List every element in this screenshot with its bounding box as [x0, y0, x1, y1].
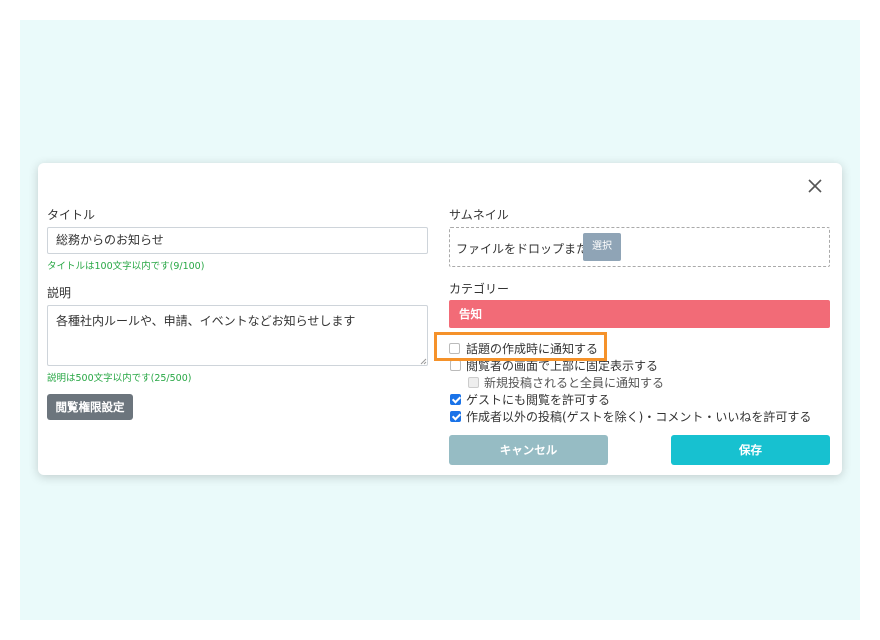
category-label: カテゴリー [449, 282, 510, 296]
resize-handle-icon[interactable] [420, 358, 427, 365]
option-label: 新規投稿されると全員に通知する [484, 376, 665, 390]
option-label: ゲストにも閲覧を許可する [466, 393, 611, 407]
title-hint: タイトルは100文字以内です(9/100) [47, 261, 205, 272]
description-textarea[interactable]: 各種社内ルールや、申請、イベントなどお知らせします [47, 305, 428, 366]
title-label: タイトル [47, 208, 96, 222]
post-settings-modal: タイトル 総務からのお知らせ タイトルは100文字以内です(9/100) 説明 … [38, 163, 842, 475]
description-label: 説明 [47, 286, 72, 300]
dropzone-text: ファイルをドロップまたは [456, 242, 601, 256]
select-file-button[interactable]: 選択 [583, 233, 621, 261]
save-button[interactable]: 保存 [671, 435, 830, 465]
close-icon[interactable] [806, 177, 824, 195]
thumbnail-label: サムネイル [449, 208, 509, 222]
thumbnail-dropzone[interactable]: ファイルをドロップまたは 選択 [449, 227, 830, 267]
category-select[interactable]: 告知 [449, 300, 830, 328]
title-input[interactable]: 総務からのお知らせ [47, 227, 428, 254]
checkbox[interactable] [450, 360, 461, 371]
checkbox-checked[interactable] [450, 394, 461, 405]
checkbox-checked[interactable] [450, 411, 461, 422]
view-permission-button[interactable]: 閲覧権限設定 [47, 394, 133, 420]
cancel-button[interactable]: キャンセル [449, 435, 608, 465]
checkbox[interactable] [449, 343, 460, 354]
checkbox[interactable] [468, 377, 479, 388]
description-hint: 説明は500文字以内です(25/500) [47, 373, 192, 384]
option-label: 話題の作成時に通知する [466, 342, 599, 356]
option-label: 作成者以外の投稿(ゲストを除く)・コメント・いいねを許可する [466, 410, 812, 424]
